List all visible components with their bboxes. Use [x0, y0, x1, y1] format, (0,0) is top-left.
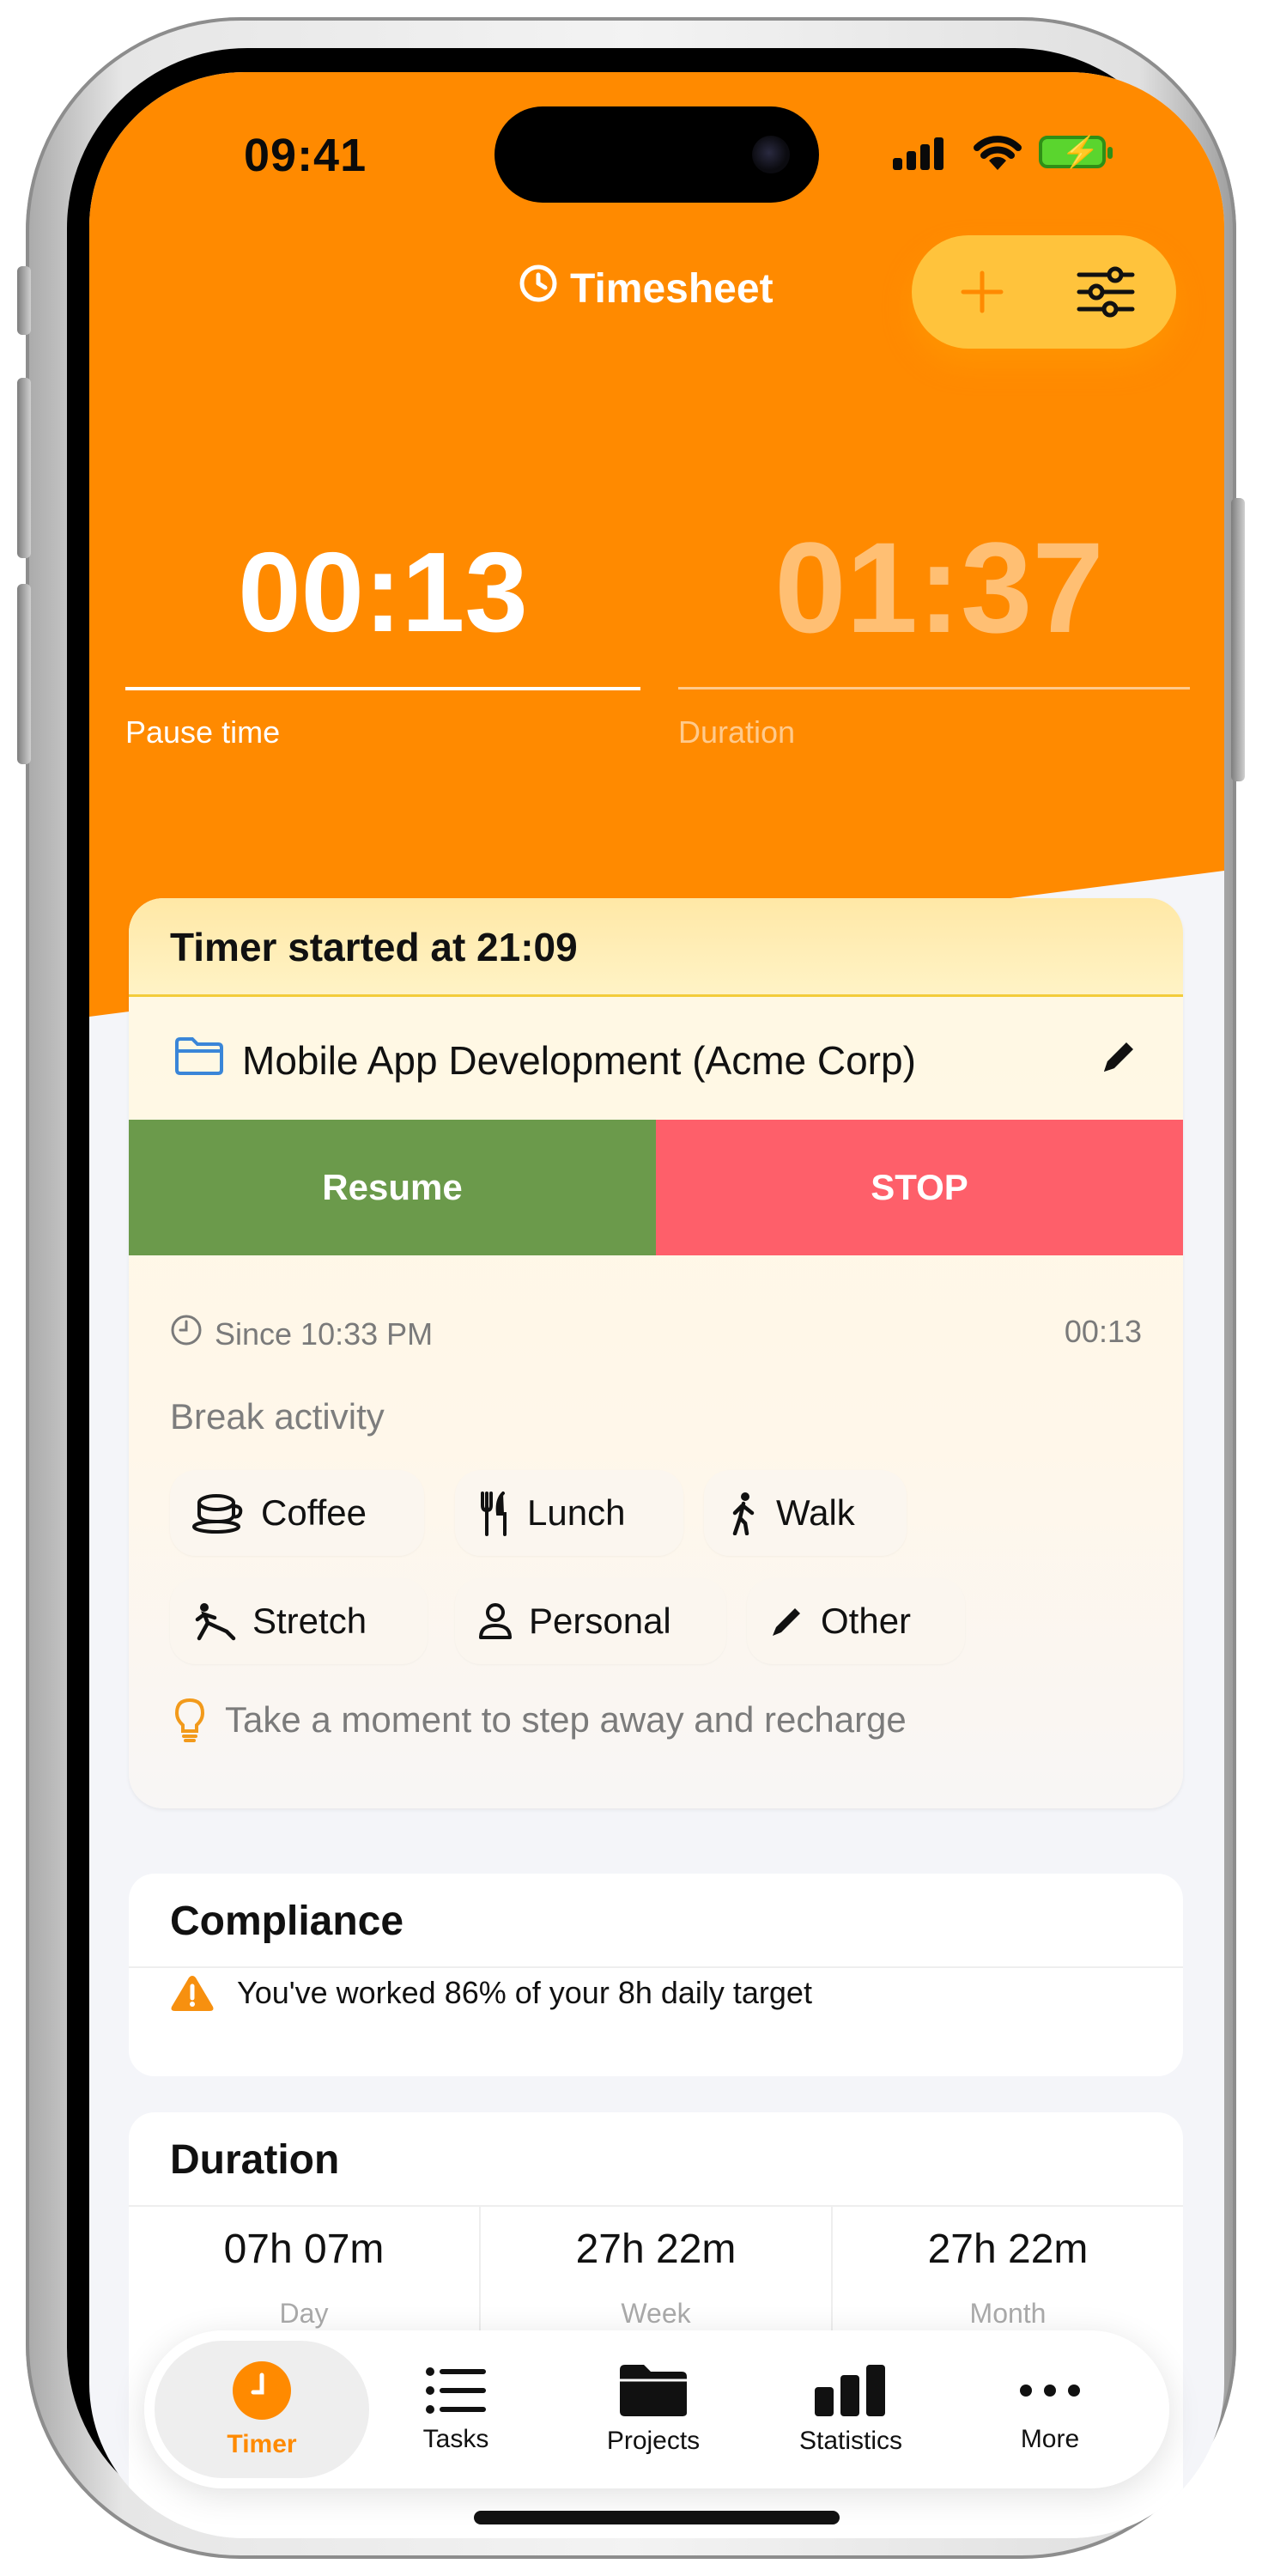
tab-more[interactable]: More — [951, 2330, 1149, 2488]
month-duration-value: 27h 22m — [927, 2227, 1089, 2272]
day-duration-label: Day — [279, 2298, 329, 2329]
chip-label: Other — [821, 1601, 912, 1641]
chip-walk[interactable]: Walk — [704, 1470, 907, 1556]
pencil-icon — [1104, 1042, 1133, 1072]
day-duration-value: 07h 07m — [223, 2227, 385, 2272]
chip-label: Coffee — [261, 1492, 367, 1533]
chip-personal[interactable]: Personal — [455, 1578, 726, 1664]
home-indicator — [474, 2511, 840, 2524]
status-time: 09:41 — [244, 130, 367, 181]
tab-label: Tasks — [422, 2425, 489, 2453]
compliance-section: Compliance You've worked 86% of your 8h … — [129, 1874, 1183, 2076]
week-duration-label: Week — [621, 2298, 691, 2329]
pencil-icon — [773, 1608, 800, 1636]
lightbulb-icon — [174, 1698, 205, 1742]
page-title-text: Timesheet — [570, 265, 774, 312]
list-icon — [426, 2367, 486, 2414]
chip-lunch[interactable]: Lunch — [455, 1470, 683, 1556]
month-duration-label: Month — [969, 2298, 1047, 2329]
power-button — [1231, 498, 1245, 781]
chip-coffee[interactable]: Coffee — [170, 1470, 424, 1556]
since-text: Since 10:33 PM — [215, 1315, 434, 1352]
week-duration-value: 27h 22m — [575, 2227, 737, 2272]
wifi-icon — [970, 132, 1025, 176]
duration-underline — [678, 687, 1190, 690]
dynamic-island — [494, 106, 819, 203]
duration-divider — [129, 2205, 1183, 2207]
battery-icon: ⚡ — [1039, 134, 1113, 169]
camera-icon — [752, 136, 790, 173]
person-icon — [479, 1603, 512, 1639]
break-activity-label: Break activity — [170, 1396, 385, 1437]
tab-label: Timer — [227, 2430, 297, 2458]
ellipsis-icon — [1020, 2385, 1080, 2397]
device-frame: 09:41 ⚡ Timesheet 00:13 Pause time 01:37… — [17, 17, 1245, 2559]
charging-bolt-icon: ⚡ — [1061, 134, 1100, 169]
tab-bar: Timer Tasks Projects Statistics More — [144, 2330, 1169, 2488]
project-name: Mobile App Development (Acme Corp) — [242, 1037, 916, 1083]
clock-icon — [170, 1314, 203, 1354]
action-button — [17, 266, 31, 335]
chip-label: Stretch — [252, 1601, 367, 1641]
timer-started-label: Timer started at 21:09 — [170, 925, 578, 969]
tip-text: Take a moment to step away and recharge — [225, 1699, 907, 1740]
timesheet-logo-icon — [519, 264, 558, 313]
compliance-divider — [129, 1966, 1183, 1968]
timer-clock-icon — [233, 2361, 291, 2420]
add-button[interactable] — [939, 249, 1025, 335]
duration-value[interactable]: 01:37 — [682, 513, 1197, 662]
pause-time-underline — [125, 687, 640, 690]
page-title: Timesheet — [519, 263, 774, 314]
header-actions — [912, 235, 1176, 349]
tip-row: Take a moment to step away and recharge — [173, 1697, 907, 1743]
chip-other[interactable]: Other — [747, 1578, 965, 1664]
sliders-icon — [1077, 266, 1135, 318]
warning-icon — [171, 1976, 214, 2011]
chip-stretch[interactable]: Stretch — [170, 1578, 428, 1664]
stop-button[interactable]: STOP — [656, 1120, 1183, 1255]
filter-settings-button[interactable] — [1063, 249, 1149, 335]
chip-label: Walk — [776, 1492, 855, 1533]
plus-icon — [961, 270, 1004, 313]
tab-label: Statistics — [798, 2427, 903, 2455]
volume-up-button — [17, 378, 31, 558]
timer-card-header: Timer started at 21:09 — [129, 898, 1183, 997]
compliance-message-row: You've worked 86% of your 8h daily targe… — [170, 1973, 812, 2013]
stretching-person-icon — [195, 1603, 236, 1641]
compliance-message: You've worked 86% of your 8h daily targe… — [237, 1975, 812, 2010]
tab-timer[interactable]: Timer — [163, 2330, 361, 2488]
volume-down-button — [17, 584, 31, 764]
resume-button[interactable]: Resume — [129, 1120, 656, 1255]
tab-tasks[interactable]: Tasks — [357, 2330, 555, 2488]
pause-time-value: 00:13 — [238, 529, 528, 655]
tab-statistics[interactable]: Statistics — [752, 2330, 950, 2488]
project-row[interactable]: Mobile App Development (Acme Corp) — [173, 1036, 916, 1084]
tab-label: Projects — [606, 2427, 701, 2455]
walking-person-icon — [732, 1492, 755, 1535]
folder-icon — [173, 1036, 225, 1084]
tab-projects[interactable]: Projects — [555, 2330, 752, 2488]
break-elapsed: 00:13 — [1064, 1314, 1142, 1349]
compliance-title: Compliance — [170, 1899, 404, 1944]
timer-card: Timer started at 21:09 Mobile App Develo… — [129, 898, 1183, 1808]
duration-label[interactable]: Duration — [678, 714, 795, 750]
folder-icon — [620, 2365, 687, 2416]
tab-label: More — [1020, 2425, 1080, 2453]
duration-title: Duration — [170, 2137, 340, 2183]
bar-chart-icon — [815, 2365, 885, 2416]
fork-knife-icon — [481, 1492, 507, 1536]
edit-project-button[interactable] — [1099, 1037, 1138, 1081]
app-screen: 09:41 ⚡ Timesheet 00:13 Pause time 01:37… — [89, 72, 1224, 2538]
chip-label: Lunch — [527, 1492, 626, 1533]
chip-label: Personal — [529, 1601, 671, 1641]
pause-time-label: Pause time — [125, 714, 281, 750]
since-row: Since 10:33 PM — [170, 1314, 433, 1354]
cellular-signal-icon — [893, 137, 948, 170]
coffee-cup-icon — [192, 1494, 243, 1534]
